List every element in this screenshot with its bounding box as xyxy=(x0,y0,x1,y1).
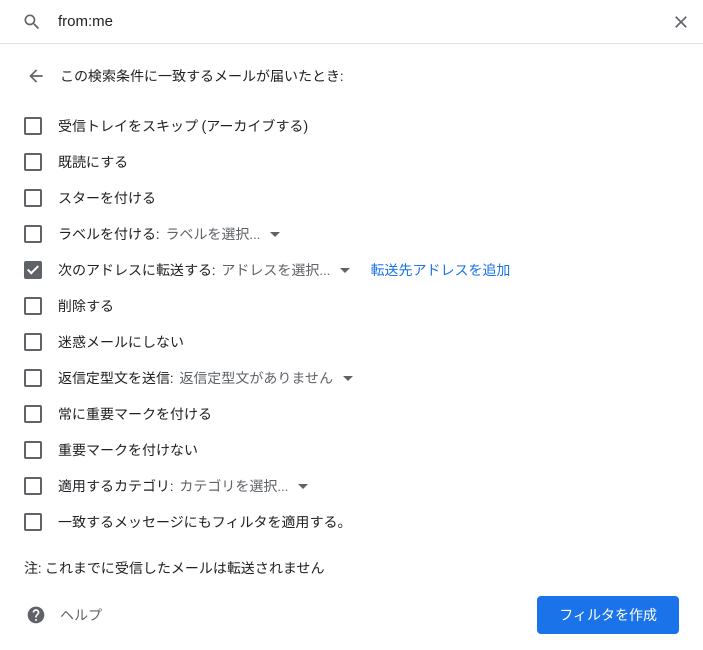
search-icon xyxy=(20,10,44,34)
option-row: 適用するカテゴリ: カテゴリを選択... xyxy=(24,468,679,504)
filter-panel: この検索条件に一致するメールが届いたとき: 受信トレイをスキップ (アーカイブす… xyxy=(0,44,703,650)
option-label: 次のアドレスに転送する: xyxy=(58,260,215,280)
option-checkbox[interactable] xyxy=(24,189,42,207)
option-checkbox[interactable] xyxy=(24,153,42,171)
option-row: 次のアドレスに転送する: アドレスを選択... 転送先アドレスを追加 xyxy=(24,252,679,288)
option-label: 一致するメッセージにもフィルタを適用する。 xyxy=(58,512,351,532)
option-dropdown[interactable]: アドレスを選択... xyxy=(221,260,350,280)
option-row: 迷惑メールにしない xyxy=(24,324,679,360)
footer-row: ヘルプ フィルタを作成 xyxy=(24,596,679,634)
header-title: この検索条件に一致するメールが届いたとき: xyxy=(60,66,343,86)
add-forwarding-address-link[interactable]: 転送先アドレスを追加 xyxy=(370,260,510,280)
option-checkbox[interactable] xyxy=(24,369,42,387)
option-checkbox[interactable] xyxy=(24,297,42,315)
option-checkbox[interactable] xyxy=(24,477,42,495)
header-row: この検索条件に一致するメールが届いたとき: xyxy=(24,64,679,88)
option-row: 受信トレイをスキップ (アーカイブする) xyxy=(24,108,679,144)
option-checkbox[interactable] xyxy=(24,441,42,459)
create-filter-button[interactable]: フィルタを作成 xyxy=(537,596,679,634)
option-row: スターを付ける xyxy=(24,180,679,216)
option-checkbox[interactable] xyxy=(24,225,42,243)
option-label: 受信トレイをスキップ (アーカイブする) xyxy=(58,116,308,136)
caret-down-icon xyxy=(298,484,308,489)
option-label: 削除する xyxy=(58,296,114,316)
dropdown-label: 返信定型文がありません xyxy=(179,368,333,388)
option-label: スターを付ける xyxy=(58,188,156,208)
option-row: 一致するメッセージにもフィルタを適用する。 xyxy=(24,504,679,540)
option-label: 適用するカテゴリ: xyxy=(58,476,173,496)
help-group: ヘルプ xyxy=(24,603,102,627)
caret-down-icon xyxy=(343,376,353,381)
option-checkbox[interactable] xyxy=(24,513,42,531)
back-arrow-icon[interactable] xyxy=(24,64,48,88)
option-dropdown[interactable]: ラベルを選択... xyxy=(165,224,280,244)
option-row: 返信定型文を送信: 返信定型文がありません xyxy=(24,360,679,396)
dropdown-label: ラベルを選択... xyxy=(165,224,260,244)
caret-down-icon xyxy=(270,232,280,237)
help-icon[interactable] xyxy=(24,603,48,627)
option-checkbox[interactable] xyxy=(24,405,42,423)
caret-down-icon xyxy=(340,268,350,273)
option-dropdown[interactable]: カテゴリを選択... xyxy=(179,476,308,496)
option-label: 重要マークを付けない xyxy=(58,440,198,460)
option-row: 常に重要マークを付ける xyxy=(24,396,679,432)
option-label: 迷惑メールにしない xyxy=(58,332,184,352)
option-checkbox[interactable] xyxy=(24,117,42,135)
search-bar xyxy=(0,0,703,44)
help-link[interactable]: ヘルプ xyxy=(60,605,102,625)
dropdown-label: アドレスを選択... xyxy=(221,260,330,280)
option-row: 重要マークを付けない xyxy=(24,432,679,468)
note-text: 注: これまでに受信したメールは転送されません xyxy=(24,558,679,578)
option-label: ラベルを付ける: xyxy=(58,224,159,244)
search-input[interactable] xyxy=(44,13,669,30)
option-checkbox[interactable] xyxy=(24,261,42,279)
option-label: 既読にする xyxy=(58,152,128,172)
option-label: 常に重要マークを付ける xyxy=(58,404,212,424)
option-checkbox[interactable] xyxy=(24,333,42,351)
option-row: 削除する xyxy=(24,288,679,324)
dropdown-label: カテゴリを選択... xyxy=(179,476,288,496)
option-label: 返信定型文を送信: xyxy=(58,368,173,388)
close-icon[interactable] xyxy=(669,10,693,34)
option-row: 既読にする xyxy=(24,144,679,180)
option-dropdown[interactable]: 返信定型文がありません xyxy=(179,368,353,388)
option-row: ラベルを付ける: ラベルを選択... xyxy=(24,216,679,252)
